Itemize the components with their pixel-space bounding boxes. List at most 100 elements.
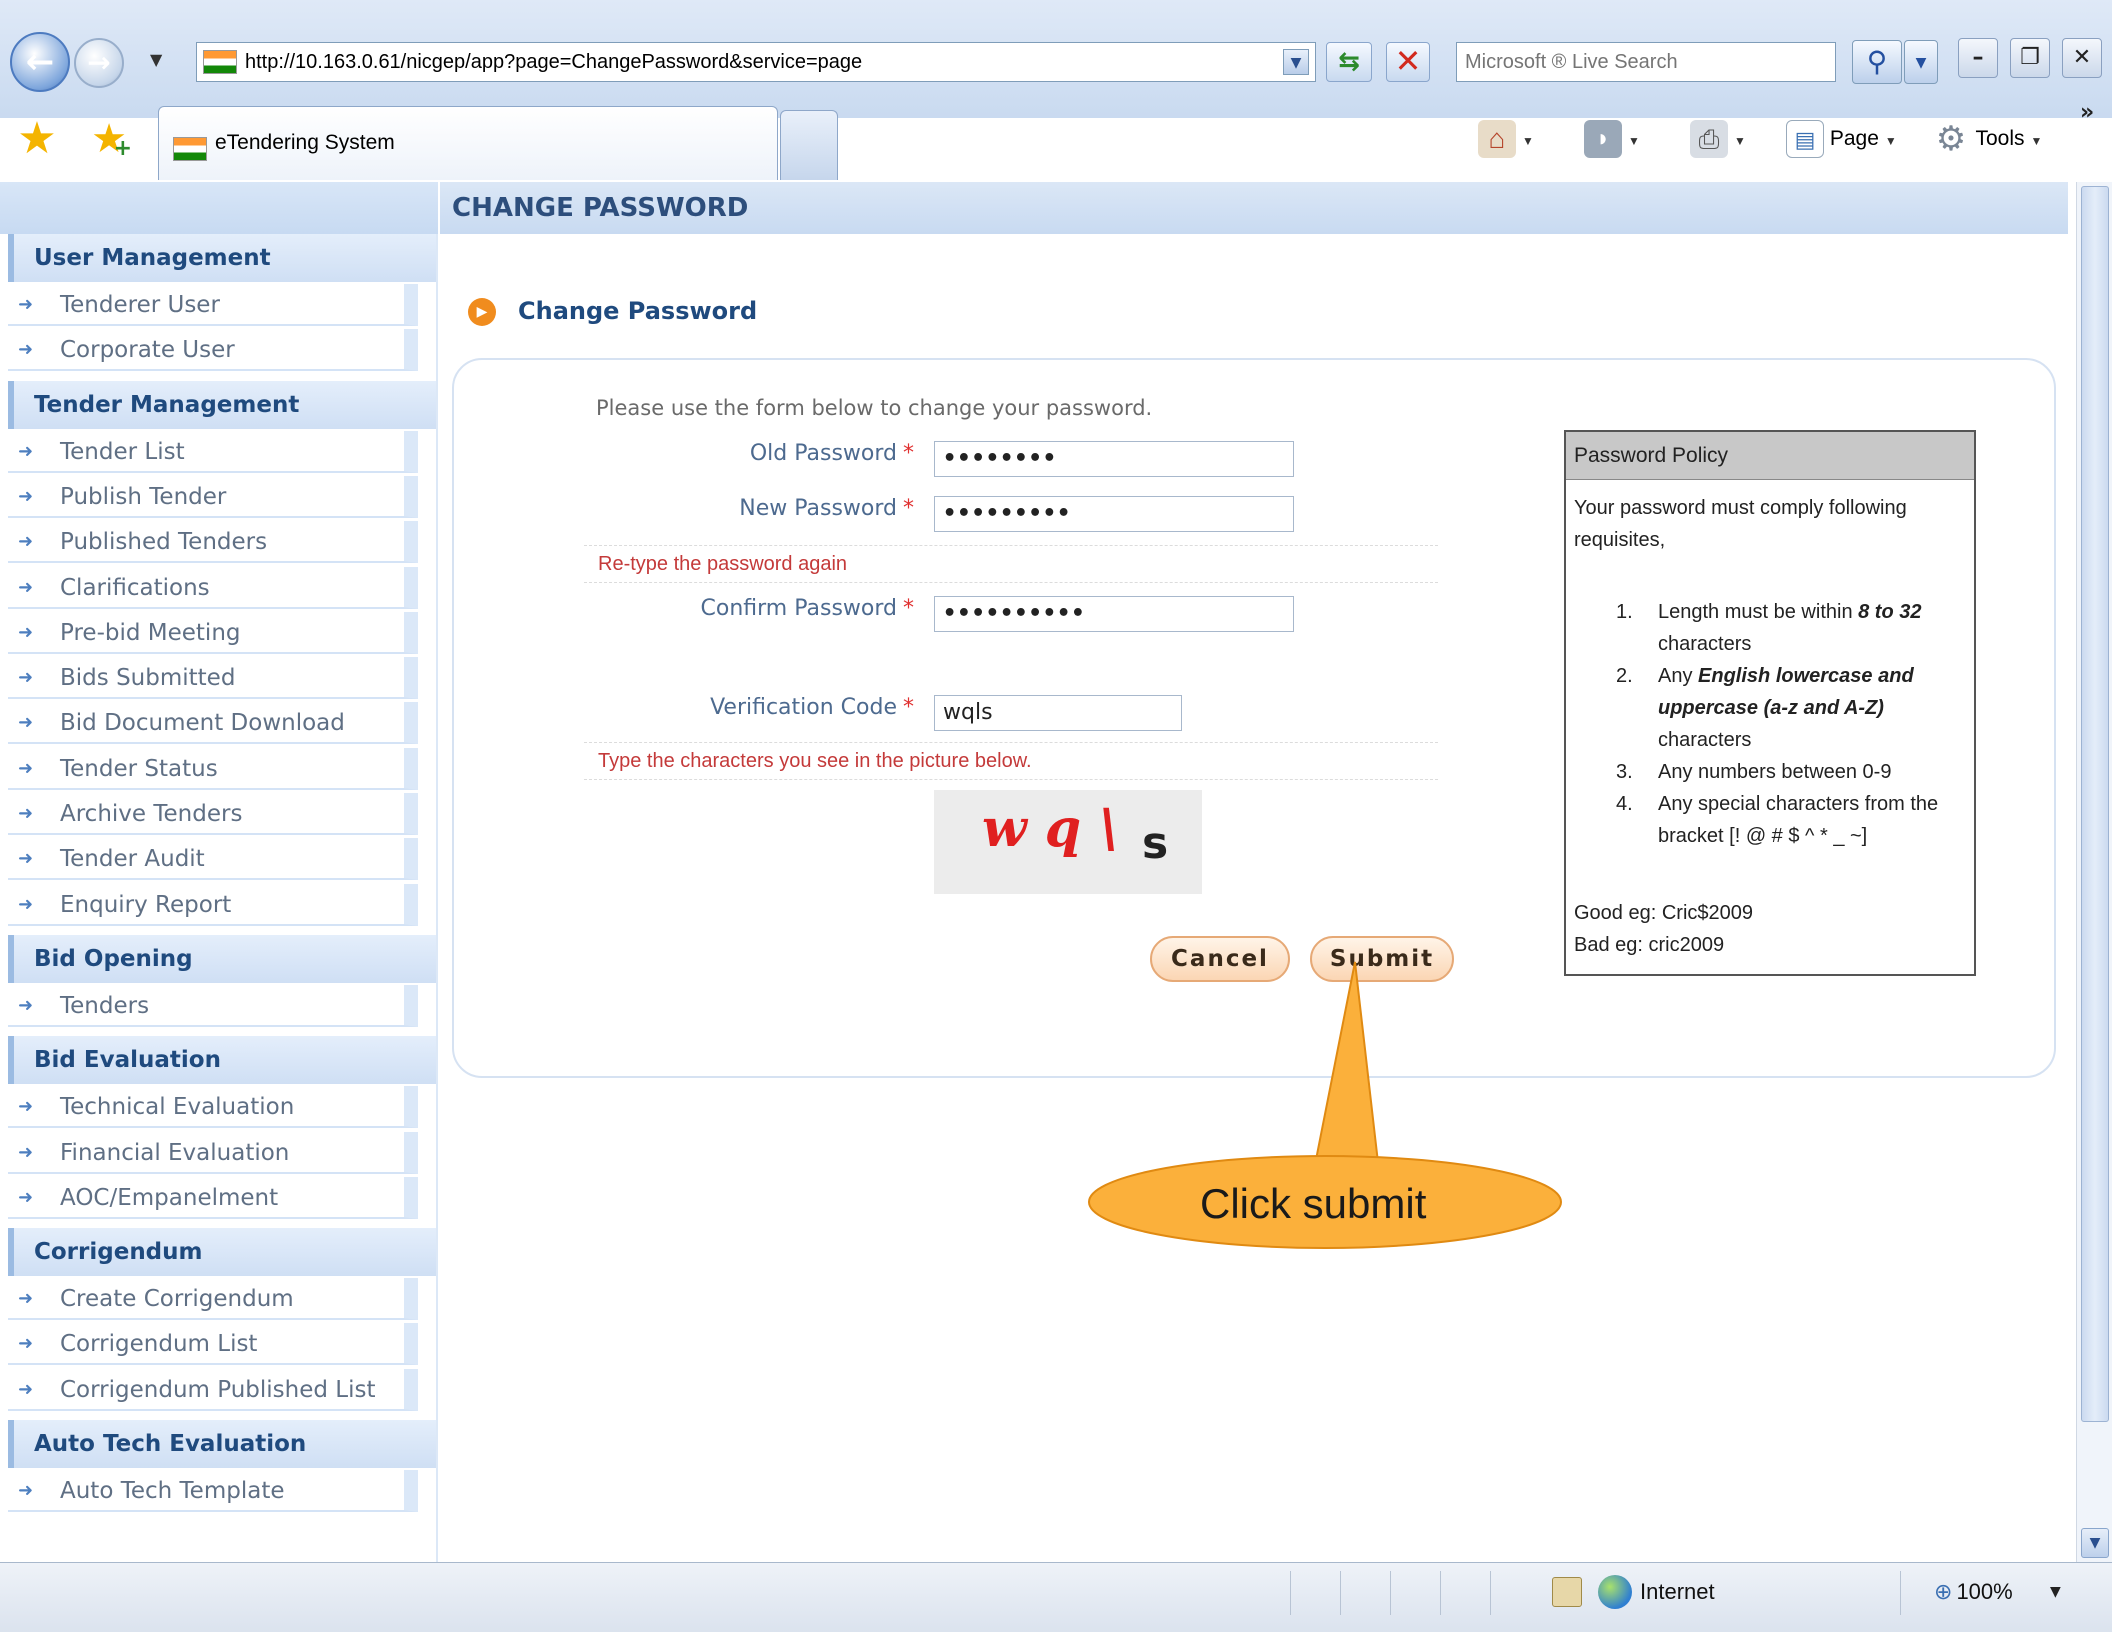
old-password-field[interactable]: •••••••• xyxy=(934,441,1294,477)
verification-code-field[interactable]: wqls xyxy=(934,695,1182,731)
status-separator xyxy=(1390,1571,1391,1615)
sidebar-item-label: Bid Document Download xyxy=(60,710,345,737)
arrow-right-icon: ➜ xyxy=(18,712,34,734)
add-favorite-icon[interactable]: ★ + xyxy=(84,114,134,164)
sidebar-item[interactable]: ➜ Corrigendum Published List xyxy=(8,1368,418,1411)
sidebar-item[interactable]: ➜ Enquiry Report xyxy=(8,883,418,926)
sidebar-item[interactable]: ➜ Tender Audit xyxy=(8,838,418,881)
arrow-right-icon: ➜ xyxy=(18,440,34,462)
gear-icon: ⚙ xyxy=(1935,120,1967,159)
search-box[interactable] xyxy=(1456,42,1836,82)
page-menu-button[interactable]: ▤ Page ▼ xyxy=(1786,114,1897,164)
old-password-label-text: Old Password xyxy=(749,441,897,466)
policy-title: Password Policy xyxy=(1566,432,1974,480)
sidebar-item[interactable]: ➜ Tender Status xyxy=(8,747,418,790)
confirm-password-field[interactable]: •••••••••• xyxy=(934,596,1294,632)
sidebar-item[interactable]: ➜ Tenders xyxy=(8,984,418,1027)
close-window-button[interactable]: ✕ xyxy=(2062,38,2102,78)
protected-mode-icon[interactable] xyxy=(1552,1577,1582,1607)
policy-rule-emphasis: 8 to 32 xyxy=(1858,601,1922,623)
arrow-right-icon: ➜ xyxy=(18,994,34,1016)
sidebar-item[interactable]: ➜ Auto Tech Template xyxy=(8,1470,418,1512)
more-commands-chevron-icon[interactable]: » xyxy=(2080,100,2094,125)
sidebar-item[interactable]: ➜ AOC/Empanelment xyxy=(8,1176,418,1219)
required-asterisk: * xyxy=(903,441,914,466)
sidebar-menu: User Management ➜ Tenderer User ➜ Corporate … xyxy=(0,182,438,1562)
sidebar-item[interactable]: ➜ Bid Document Download xyxy=(8,702,418,745)
sidebar-item[interactable]: ➜ Tender List xyxy=(8,430,418,473)
required-asterisk: * xyxy=(903,695,914,720)
captcha-red-chars: wq\ xyxy=(982,798,1137,859)
search-button[interactable]: ⚲ xyxy=(1852,40,1902,84)
sidebar-item-label: Tender Audit xyxy=(60,846,205,873)
sidebar-item[interactable]: ➜ Published Tenders xyxy=(8,521,418,564)
policy-rules-list: 1. Length must be within 8 to 32 characte… xyxy=(1576,596,1972,852)
feeds-button[interactable]: ◗ ▼ xyxy=(1584,114,1640,164)
sidebar-item[interactable]: ➜ Bids Submitted xyxy=(8,657,418,700)
arrow-right-icon: ➜ xyxy=(18,803,34,824)
arrow-right-icon: ➜ xyxy=(18,531,34,553)
browser-toolbar: ← → ▼ http://10.163.0.61/nicgep/app?page… xyxy=(0,0,2112,180)
tools-menu-button[interactable]: ⚙ Tools ▼ xyxy=(1932,114,2043,164)
home-button[interactable]: ⌂ ▼ xyxy=(1478,114,1534,164)
home-icon: ⌂ xyxy=(1478,120,1516,159)
policy-rule-number: 1. xyxy=(1616,601,1633,623)
arrow-right-icon: ➜ xyxy=(18,294,34,315)
scroll-down-arrow-icon[interactable]: ▼ xyxy=(2081,1528,2109,1558)
required-asterisk: * xyxy=(903,596,914,621)
vertical-scrollbar[interactable]: ▼ xyxy=(2076,182,2112,1562)
sidebar-item[interactable]: ➜ Clarifications xyxy=(8,566,418,609)
forward-button[interactable]: → xyxy=(74,38,124,88)
sidebar-item[interactable]: ➜ Financial Evaluation xyxy=(8,1131,418,1174)
address-dropdown-button[interactable]: ▼ xyxy=(1283,49,1309,75)
sidebar-item-label: Bids Submitted xyxy=(60,665,236,692)
favorites-star-icon[interactable]: ★ xyxy=(12,114,62,164)
tab-etendering[interactable]: eTendering System xyxy=(158,106,778,180)
arrow-right-icon: ➜ xyxy=(18,1333,34,1355)
sidebar-item-label: Financial Evaluation xyxy=(60,1139,290,1166)
zoom-level[interactable]: ⊕ 100% xyxy=(1934,1575,2013,1609)
zoom-dropdown-icon[interactable]: ▼ xyxy=(2050,1577,2061,1607)
refresh-button[interactable]: ⇆ xyxy=(1326,42,1372,82)
sidebar-item[interactable]: ➜ Pre-bid Meeting xyxy=(8,611,418,654)
new-tab-button[interactable] xyxy=(780,110,838,180)
policy-intro: Your password must comply following requ… xyxy=(1574,497,1907,551)
search-options-dropdown[interactable]: ▼ xyxy=(1904,40,1938,84)
address-row: ← → ▼ http://10.163.0.61/nicgep/app?page… xyxy=(0,28,2112,92)
sidebar-item[interactable]: ➜ Publish Tender xyxy=(8,475,418,518)
sidebar-item[interactable]: ➜ Create Corrigendum xyxy=(8,1278,418,1321)
arrow-right-icon: ➜ xyxy=(18,1378,34,1400)
scrollbar-thumb[interactable] xyxy=(2081,186,2109,1422)
sidebar-item-label: Tender List xyxy=(60,438,185,465)
restore-button[interactable]: ❐ xyxy=(2010,38,2050,78)
print-button[interactable]: ⎙ ▼ xyxy=(1690,114,1746,164)
sidebar-item[interactable]: ➜ Corporate User xyxy=(8,329,418,372)
sidebar-item-label: Published Tenders xyxy=(60,529,268,556)
recent-pages-dropdown[interactable]: ▼ xyxy=(150,50,170,70)
address-text[interactable]: http://10.163.0.61/nicgep/app?page=Chang… xyxy=(245,43,862,81)
address-bar[interactable]: http://10.163.0.61/nicgep/app?page=Chang… xyxy=(196,42,1316,82)
minimize-button[interactable]: – xyxy=(1958,38,1998,78)
password-policy-box: Password Policy Your password must compl… xyxy=(1564,430,1976,976)
sidebar-item[interactable]: ➜ Tenderer User xyxy=(8,284,418,326)
policy-rule-text: Length must be within xyxy=(1658,601,1859,623)
sidebar-item-label: Pre-bid Meeting xyxy=(60,619,241,646)
arrow-right-icon: ➜ xyxy=(18,576,34,598)
tab-label: eTendering System xyxy=(215,131,395,154)
stop-button[interactable]: ✕ xyxy=(1386,42,1430,82)
arrow-right-icon: ➜ xyxy=(18,893,34,915)
search-icon: ⚲ xyxy=(1866,45,1888,78)
status-separator xyxy=(1490,1571,1491,1615)
search-input[interactable] xyxy=(1457,43,1835,81)
sidebar-item[interactable]: ➜ Archive Tenders xyxy=(8,793,418,835)
back-button[interactable]: ← xyxy=(10,32,70,92)
retype-hint: Re-type the password again xyxy=(584,545,1438,583)
sidebar-item[interactable]: ➜ Technical Evaluation xyxy=(8,1086,418,1129)
policy-rule-tail: characters xyxy=(1658,729,1752,751)
arrow-right-icon: ➜ xyxy=(18,1186,34,1208)
orange-bullet-icon: ▶ xyxy=(468,298,496,326)
sidebar-item-label: Corrigendum List xyxy=(60,1331,258,1358)
sidebar-item-label: Corporate User xyxy=(60,337,235,364)
sidebar-item[interactable]: ➜ Corrigendum List xyxy=(8,1323,418,1366)
new-password-field[interactable]: ••••••••• xyxy=(934,496,1294,532)
